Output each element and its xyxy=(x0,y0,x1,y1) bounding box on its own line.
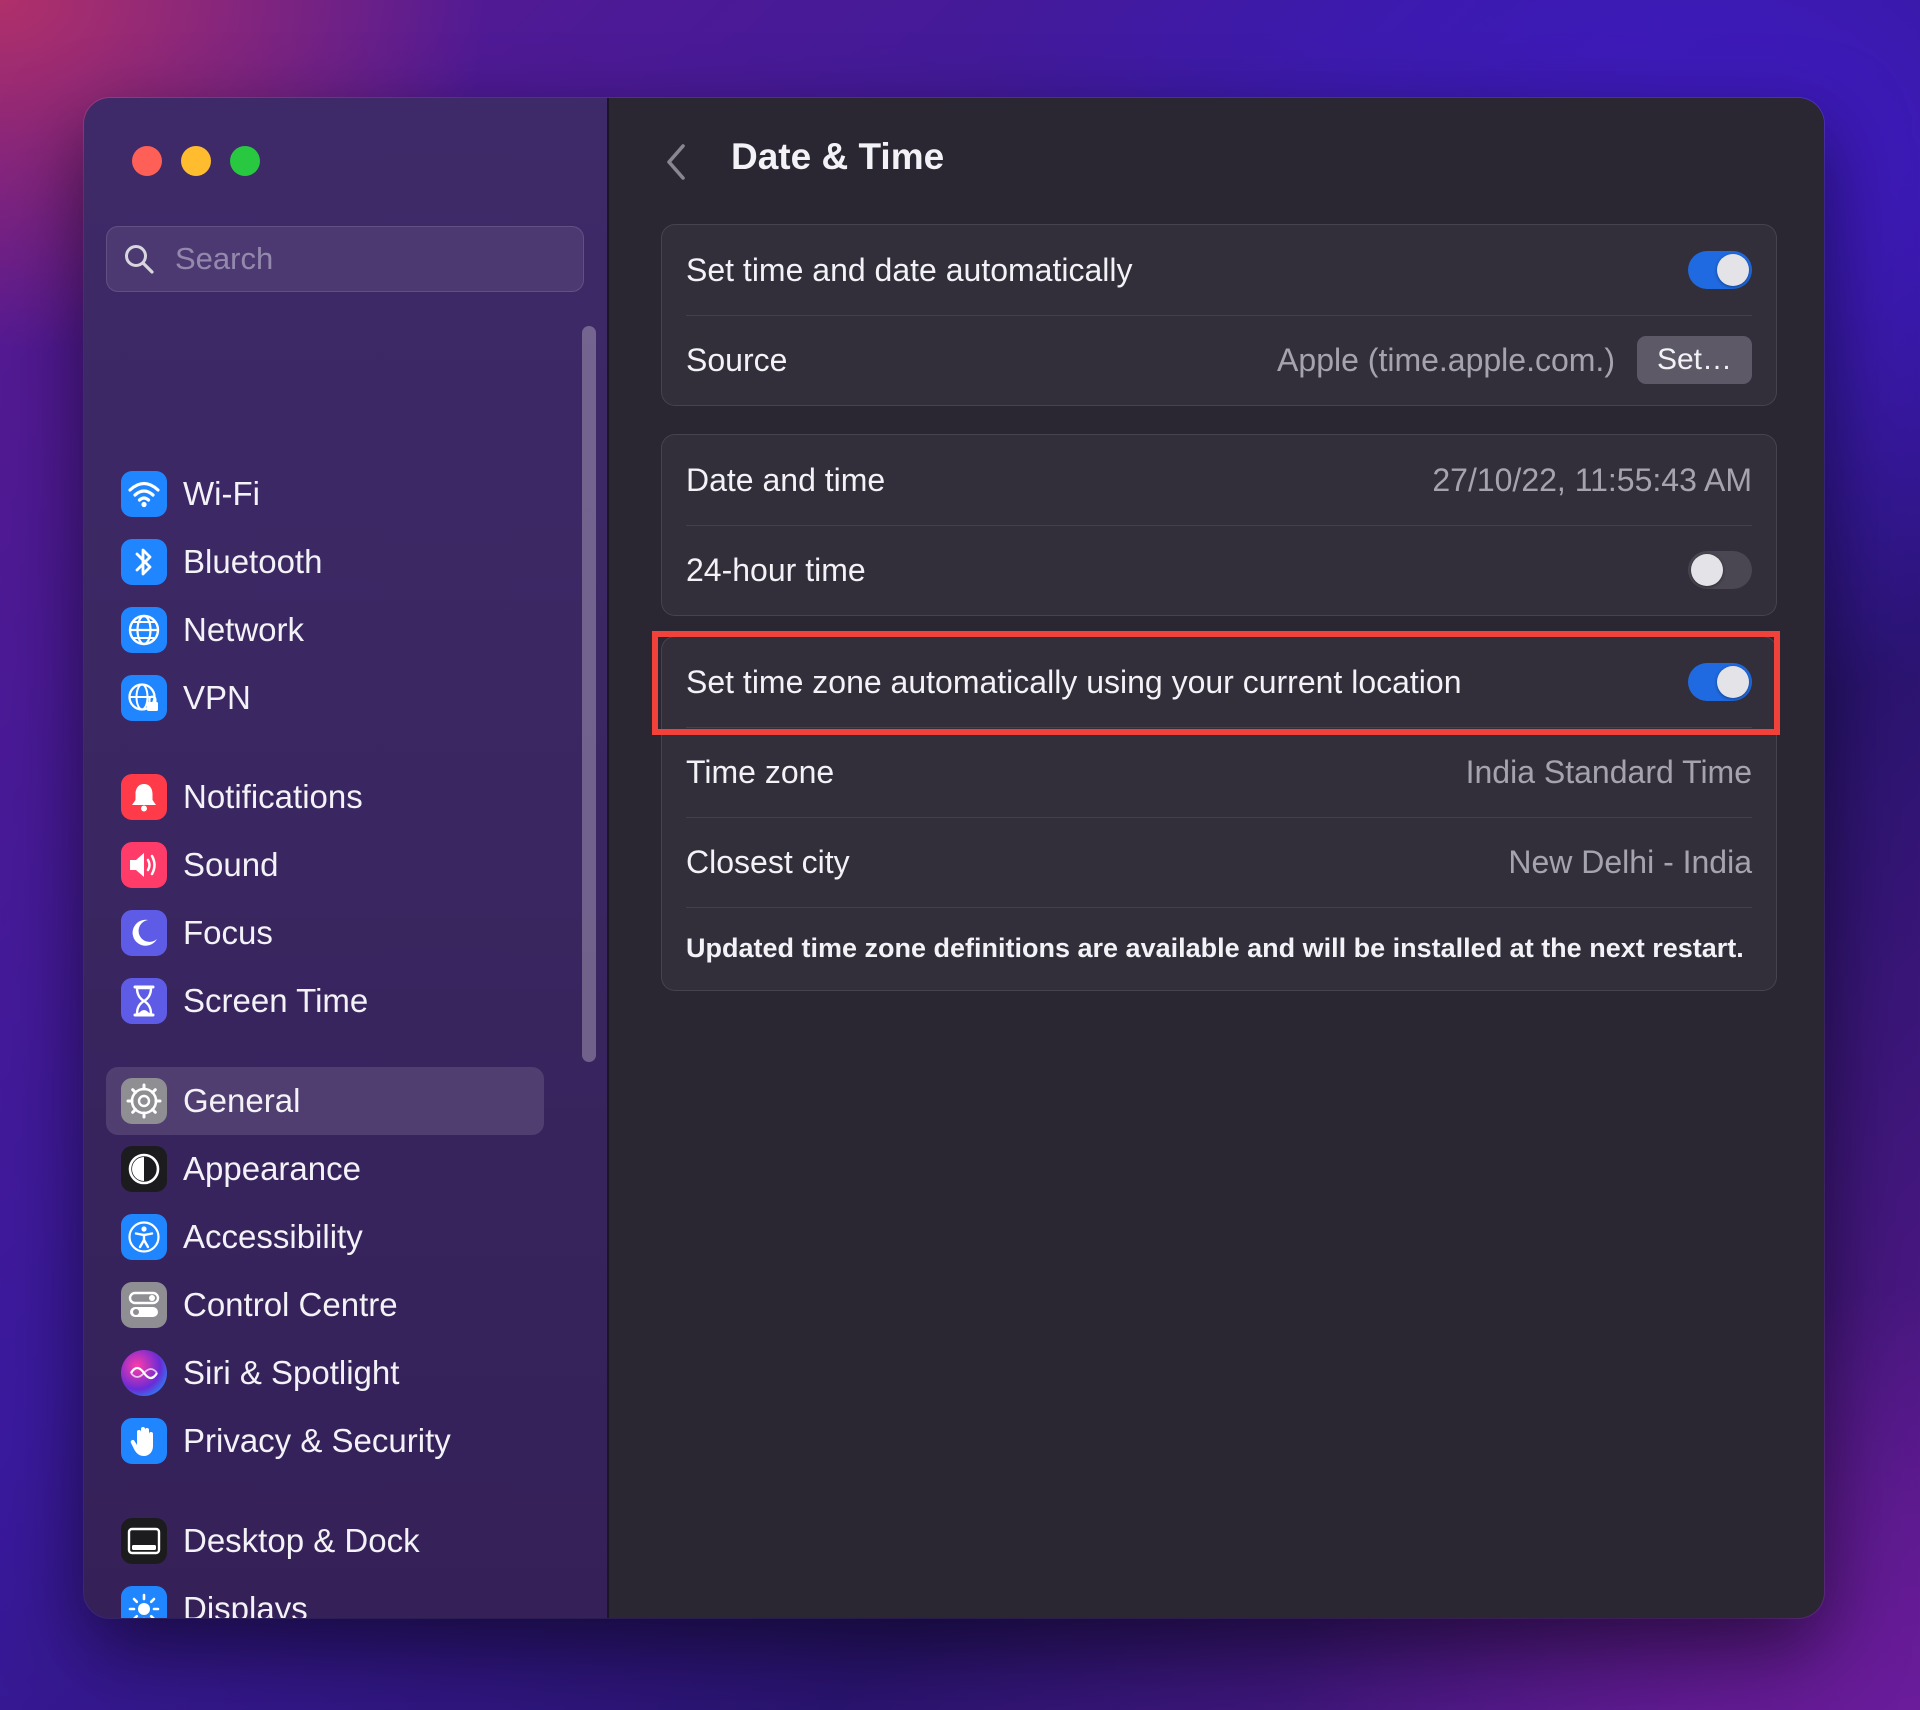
closest-city-value: New Delhi - India xyxy=(1508,843,1752,880)
source-row: Source Apple (time.apple.com.) Set… xyxy=(662,315,1776,405)
search-field[interactable] xyxy=(106,226,584,292)
sidebar-item-label: Displays xyxy=(183,1590,308,1618)
hour24-row: 24-hour time xyxy=(662,525,1776,615)
sidebar-item-vpn[interactable]: VPN xyxy=(106,664,544,732)
sidebar-item-label: Wi-Fi xyxy=(183,475,260,512)
time-zone-group: Set time zone automatically using your c… xyxy=(661,636,1777,991)
auto-time-toggle[interactable] xyxy=(1688,251,1752,289)
minimize-button[interactable] xyxy=(181,146,211,176)
siri-icon xyxy=(121,1350,167,1396)
hand-icon xyxy=(121,1418,167,1464)
sidebar-item-bluetooth[interactable]: Bluetooth xyxy=(106,528,544,596)
time-zone-note: Updated time zone definitions are availa… xyxy=(662,907,1776,990)
accessibility-icon xyxy=(121,1214,167,1260)
sidebar-item-label: Accessibility xyxy=(183,1218,363,1255)
moon-icon xyxy=(121,910,167,956)
zoom-button[interactable] xyxy=(230,146,260,176)
auto-tz-row: Set time zone automatically using your c… xyxy=(662,637,1776,727)
sidebar-item-label: Privacy & Security xyxy=(183,1422,451,1459)
sidebar-item-appearance[interactable]: Appearance xyxy=(106,1135,544,1203)
sidebar: Wi-Fi Bluetooth Network VP xyxy=(84,98,609,1618)
sidebar-item-accessibility[interactable]: Accessibility xyxy=(106,1203,544,1271)
date-time-group: Date and time 27/10/22, 11:55:43 AM 24-h… xyxy=(661,434,1777,616)
search-input[interactable] xyxy=(173,240,557,278)
sidebar-item-focus[interactable]: Focus xyxy=(106,899,544,967)
set-source-button[interactable]: Set… xyxy=(1636,336,1752,384)
sidebar-item-label: VPN xyxy=(183,679,251,716)
sidebar-item-screen-time[interactable]: Screen Time xyxy=(106,967,544,1035)
sidebar-item-privacy-security[interactable]: Privacy & Security xyxy=(106,1407,544,1475)
sidebar-item-displays[interactable]: Displays xyxy=(106,1575,544,1618)
page-title: Date & Time xyxy=(731,136,945,177)
time-zone-value: India Standard Time xyxy=(1465,753,1752,790)
sidebar-item-label: Siri & Spotlight xyxy=(183,1354,400,1391)
source-value: Apple (time.apple.com.) xyxy=(1277,341,1615,378)
sidebar-item-notifications[interactable]: Notifications xyxy=(106,763,544,831)
sidebar-item-label: Screen Time xyxy=(183,982,369,1019)
sidebar-item-network[interactable]: Network xyxy=(106,596,544,664)
closest-city-row: Closest city New Delhi - India xyxy=(662,817,1776,907)
back-chevron-icon[interactable] xyxy=(661,140,691,184)
sun-icon xyxy=(121,1586,167,1618)
auto-time-row: Set time and date automatically xyxy=(662,225,1776,315)
close-button[interactable] xyxy=(132,146,162,176)
traffic-lights xyxy=(132,146,260,176)
sidebar-item-control-centre[interactable]: Control Centre xyxy=(106,1271,544,1339)
gear-icon xyxy=(121,1078,167,1124)
sidebar-item-label: Network xyxy=(183,611,305,648)
auto-time-group: Set time and date automatically Source A… xyxy=(661,224,1777,406)
auto-tz-label: Set time zone automatically using your c… xyxy=(686,663,1462,700)
sidebar-item-label: Sound xyxy=(183,846,279,883)
bell-icon xyxy=(121,774,167,820)
date-time-value[interactable]: 27/10/22, 11:55:43 AM xyxy=(1432,462,1752,499)
vpn-globe-icon xyxy=(121,675,167,721)
sidebar-item-label: Notifications xyxy=(183,778,363,815)
date-time-row: Date and time 27/10/22, 11:55:43 AM xyxy=(662,435,1776,525)
bluetooth-icon xyxy=(121,539,167,585)
settings-window: Wi-Fi Bluetooth Network VP xyxy=(84,98,1824,1618)
sidebar-item-label: Appearance xyxy=(183,1150,361,1187)
hour24-toggle[interactable] xyxy=(1688,551,1752,589)
sidebar-item-label: Desktop & Dock xyxy=(183,1522,420,1559)
date-time-label: Date and time xyxy=(686,461,886,498)
sidebar-item-label: Focus xyxy=(183,914,273,951)
auto-tz-toggle[interactable] xyxy=(1688,663,1752,701)
source-label: Source xyxy=(686,341,788,378)
detail-pane: Date & Time Set time and date automatica… xyxy=(609,98,1824,1618)
control-centre-icon xyxy=(121,1282,167,1328)
sidebar-item-label: Control Centre xyxy=(183,1286,398,1323)
globe-icon xyxy=(121,607,167,653)
hour24-label: 24-hour time xyxy=(686,551,866,588)
search-icon xyxy=(125,245,154,274)
sidebar-item-sound[interactable]: Sound xyxy=(106,831,544,899)
hourglass-icon xyxy=(121,978,167,1024)
sidebar-scrollbar[interactable] xyxy=(582,326,596,1062)
wifi-icon xyxy=(121,471,167,517)
appearance-icon xyxy=(121,1146,167,1192)
time-zone-row: Time zone India Standard Time xyxy=(662,727,1776,817)
auto-time-label: Set time and date automatically xyxy=(686,251,1133,288)
closest-city-label: Closest city xyxy=(686,843,850,880)
sidebar-item-general[interactable]: General xyxy=(106,1067,544,1135)
time-zone-label: Time zone xyxy=(686,753,835,790)
sidebar-item-desktop-dock[interactable]: Desktop & Dock xyxy=(106,1507,544,1575)
sidebar-item-wifi[interactable]: Wi-Fi xyxy=(106,460,544,528)
speaker-icon xyxy=(121,842,167,888)
sidebar-item-label: Bluetooth xyxy=(183,543,323,580)
dock-icon xyxy=(121,1518,167,1564)
sidebar-item-siri-spotlight[interactable]: Siri & Spotlight xyxy=(106,1339,544,1407)
sidebar-item-label: General xyxy=(183,1082,301,1119)
